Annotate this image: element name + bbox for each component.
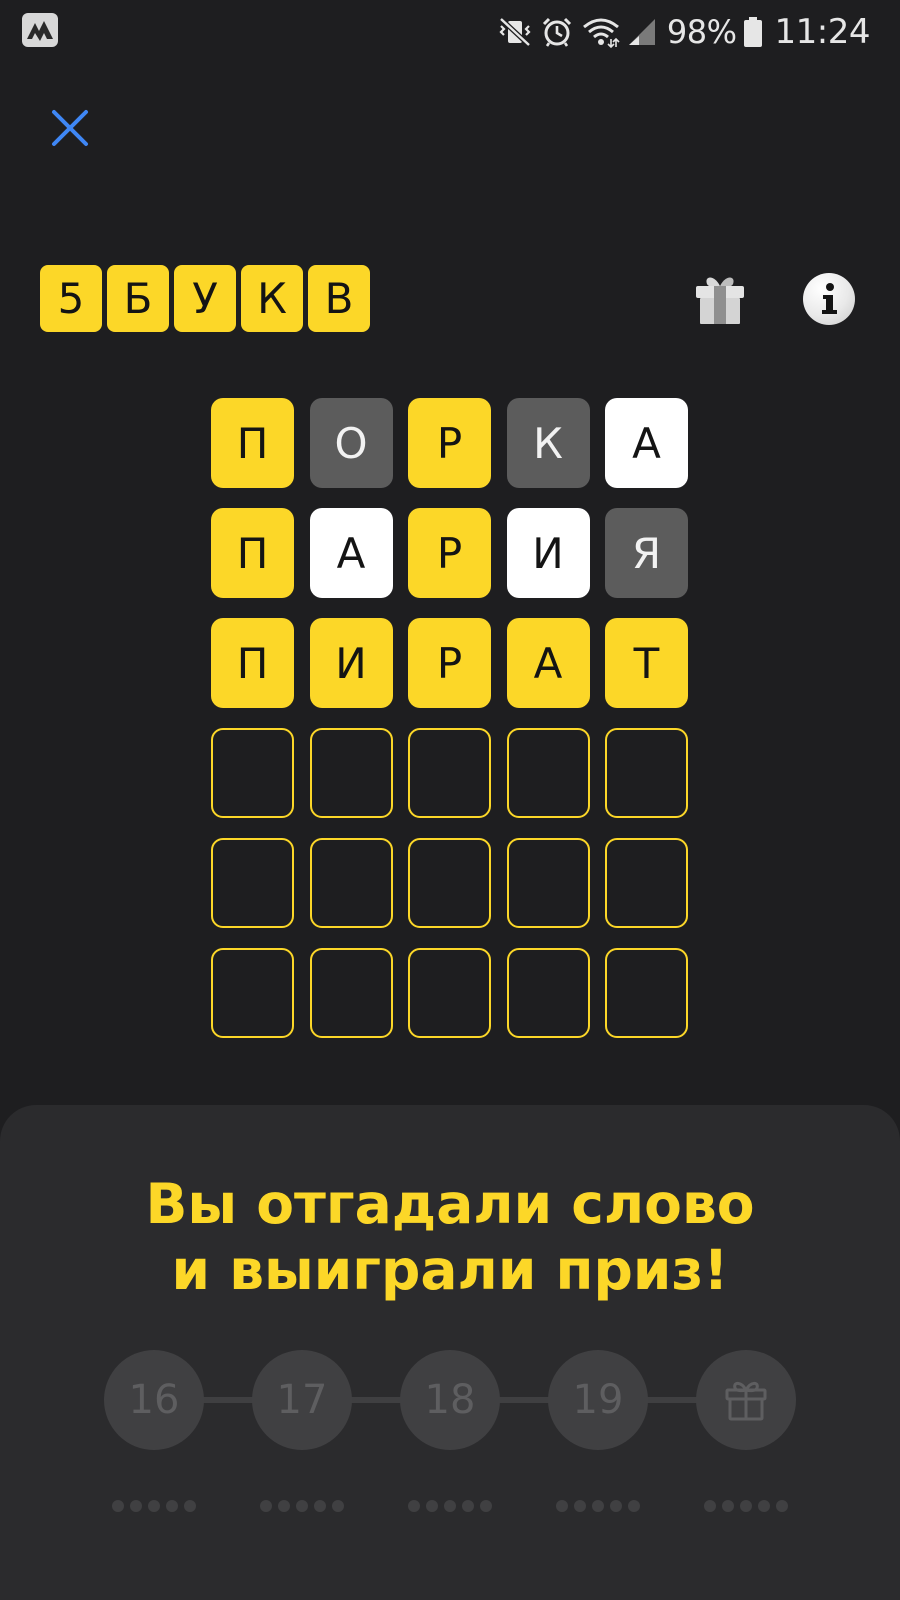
progress-step: 16 (104, 1350, 204, 1450)
progress-dot (426, 1500, 438, 1512)
logo-letter: 5 (40, 265, 102, 332)
progress-dot (722, 1500, 734, 1512)
gift-icon (696, 277, 744, 324)
letter-tile: А (605, 398, 688, 488)
letter-tile (309, 948, 393, 1038)
info-button[interactable] (803, 273, 855, 325)
letter-tile: Р (408, 508, 491, 598)
progress-dot (480, 1500, 492, 1512)
letter-tile (211, 838, 294, 928)
status-indicators: 98% 11:24 (497, 8, 871, 56)
progress-dot (184, 1500, 196, 1512)
result-title-line: Вы отгадали слово (145, 1172, 755, 1236)
mute-vibrate-icon (497, 15, 533, 49)
letter-tile: И (506, 508, 590, 598)
result-title: Вы отгадали слово и выиграли приз! (0, 1171, 900, 1303)
letter-tile (605, 728, 688, 818)
logo: 5 Б У К В (40, 265, 370, 332)
battery-icon (743, 15, 763, 49)
close-icon (52, 110, 88, 146)
progress-dot (314, 1500, 326, 1512)
gift-button[interactable] (694, 272, 746, 326)
letter-tile (506, 838, 590, 928)
progress-dot (278, 1500, 290, 1512)
letter-tile (605, 838, 688, 928)
letter-tile (506, 728, 590, 818)
alarm-icon (539, 15, 575, 49)
letter-tile (408, 728, 491, 818)
letter-tile (211, 728, 294, 818)
letter-tile: И (309, 618, 393, 708)
progress-dot (610, 1500, 622, 1512)
battery-percent: 98% (666, 13, 737, 51)
progress-dot (776, 1500, 788, 1512)
cell-signal-icon (627, 15, 657, 49)
progress-dot (260, 1500, 272, 1512)
letter-tile (605, 948, 688, 1038)
letter-tile (408, 838, 491, 928)
progress-step: 17 (252, 1350, 352, 1450)
letter-tile: А (506, 618, 590, 708)
letter-tile: Т (605, 618, 688, 708)
letter-tile: П (211, 398, 294, 488)
letter-tile (506, 948, 590, 1038)
progress-dot (148, 1500, 160, 1512)
result-title-line: и выиграли приз! (171, 1238, 729, 1302)
step-dots (400, 1500, 500, 1512)
close-button[interactable] (46, 104, 94, 152)
progress-dot (444, 1500, 456, 1512)
logo-letter: В (308, 265, 370, 332)
progress-dot (296, 1500, 308, 1512)
progress-dot (166, 1500, 178, 1512)
progress-dot (408, 1500, 420, 1512)
clock: 11:24 (774, 12, 871, 52)
progress-dot (556, 1500, 568, 1512)
progress-dot (462, 1500, 474, 1512)
step-dots (104, 1500, 204, 1512)
letter-tile: А (309, 508, 393, 598)
logo-letter: У (174, 265, 236, 332)
letter-tile: Р (408, 398, 491, 488)
letter-tile: К (506, 398, 590, 488)
gift-icon (725, 1381, 767, 1421)
step-dots (252, 1500, 352, 1512)
progress-dot (628, 1500, 640, 1512)
logo-letter: Б (107, 265, 169, 332)
progress-dot (574, 1500, 586, 1512)
step-dots (548, 1500, 648, 1512)
letter-tile: П (211, 508, 294, 598)
letter-tile (309, 838, 393, 928)
logo-letter: К (241, 265, 303, 332)
app-notification-icon (22, 13, 58, 47)
progress-dot (112, 1500, 124, 1512)
letter-tile (309, 728, 393, 818)
progress-step: 19 (548, 1350, 648, 1450)
progress-dot (592, 1500, 604, 1512)
letter-tile: П (211, 618, 294, 708)
progress-dot (332, 1500, 344, 1512)
progress-step-prize (696, 1350, 796, 1450)
step-dots (696, 1500, 796, 1512)
result-sheet: Вы отгадали слово и выиграли приз! 16 17… (0, 1105, 900, 1600)
letter-tile (408, 948, 491, 1038)
letter-tile: О (309, 398, 393, 488)
wifi-icon (581, 15, 621, 49)
status-bar: 98% 11:24 (0, 0, 900, 64)
progress-dot (130, 1500, 142, 1512)
letter-tile (211, 948, 294, 1038)
game-board: ПОРКАПАРИЯПИРАТ (211, 398, 688, 1038)
progress-step: 18 (400, 1350, 500, 1450)
info-icon (822, 283, 837, 314)
prize-progress: 16 17 18 19 (104, 1350, 796, 1450)
letter-tile: Я (605, 508, 688, 598)
progress-dot (704, 1500, 716, 1512)
progress-dot (740, 1500, 752, 1512)
letter-tile: Р (408, 618, 491, 708)
progress-dot (758, 1500, 770, 1512)
